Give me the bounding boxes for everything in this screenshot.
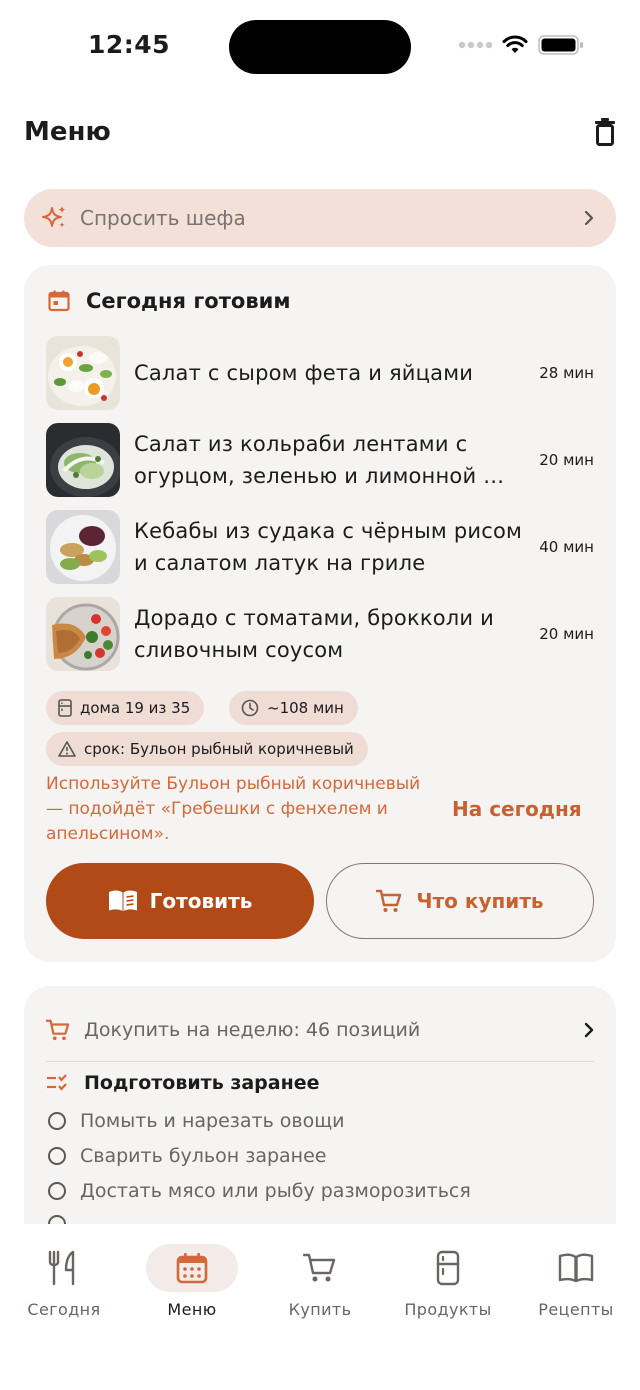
radio-icon[interactable] [48, 1112, 66, 1130]
page-title: Меню [24, 117, 111, 147]
status-icons [458, 34, 584, 56]
prep-title: Подготовить заранее [84, 1072, 320, 1094]
fridge-icon [58, 699, 72, 717]
ask-chef-button[interactable]: Спросить шефа [24, 189, 616, 247]
tab-bar: Сегодня Меню Купить Продукты Рецепты [0, 1224, 640, 1390]
cellular-signal-icon [458, 41, 492, 49]
warning-icon [58, 741, 76, 757]
expiry-chip: срок: Бульон рыбный коричневый [46, 732, 368, 766]
tab-label: Сегодня [27, 1300, 101, 1319]
what-to-buy-button[interactable]: Что купить [326, 863, 594, 939]
recipe-time: 28 мин [539, 364, 594, 382]
status-time: 12:45 [88, 30, 171, 59]
recipe-time: 20 мин [539, 451, 594, 469]
home-stock-label: дома 19 из 35 [80, 699, 191, 717]
tab-label: Купить [288, 1300, 352, 1319]
sparkles-icon [42, 206, 66, 228]
recipe-row[interactable]: Салат из кольраби лентами с огурцом, зел… [46, 422, 594, 498]
recipe-photo [46, 510, 120, 584]
today-title: Сегодня готовим [86, 289, 291, 313]
open-book-icon [108, 890, 137, 911]
tab-label: Рецепты [538, 1300, 614, 1319]
suggestion-text: Используйте Бульон рыбный коричневый — п… [46, 774, 421, 844]
recipe-row[interactable]: Салат с сыром фета и яйцами 28 мин [46, 335, 594, 411]
week-shopping-label: Докупить на неделю: 46 позиций [84, 1019, 421, 1041]
recipe-time: 40 мин [539, 538, 594, 556]
prep-item-partial[interactable] [48, 1215, 66, 1224]
checklist-icon [47, 1074, 67, 1091]
recipe-row[interactable]: Кебабы из судака с чёрным рисом и салато… [46, 509, 594, 585]
prep-item[interactable]: Достать мясо или рыбу разморозиться [48, 1180, 471, 1202]
calendar-icon [48, 290, 70, 312]
recipe-name: Салат с сыром фета и яйцами [134, 361, 474, 385]
fork-knife-icon [48, 1250, 75, 1286]
recipe-name: Кебабы из судака с чёрным рисом и салато… [134, 519, 523, 575]
tab-buy[interactable]: Купить [256, 1244, 384, 1319]
tab-label: Продукты [404, 1300, 492, 1319]
expiry-label: срок: Бульон рыбный коричневый [84, 740, 354, 758]
fridge-icon [436, 1250, 460, 1286]
duration-label: ~108 мин [267, 699, 344, 717]
prep-item[interactable]: Помыть и нарезать овощи [48, 1110, 345, 1132]
week-shopping-row[interactable]: Докупить на неделю: 46 позиций [46, 1012, 594, 1048]
prep-item-label: Достать мясо или рыбу разморозиться [80, 1180, 471, 1202]
prep-item-label: Сварить бульон заранее [80, 1145, 327, 1167]
calendar-icon [176, 1253, 208, 1284]
radio-icon[interactable] [48, 1147, 66, 1165]
today-card: Сегодня готовим Салат с сыром фета и яйц… [24, 265, 616, 962]
recipe-photo [46, 597, 120, 671]
tab-today[interactable]: Сегодня [0, 1244, 128, 1319]
cart-icon [46, 1019, 70, 1041]
clock-icon [241, 699, 259, 717]
status-bar: 12:45 [0, 0, 640, 96]
what-to-buy-label: Что купить [416, 889, 544, 913]
cart-icon [376, 889, 402, 912]
tab-recipes[interactable]: Рецепты [512, 1244, 640, 1319]
header: Меню [24, 110, 616, 154]
cook-button[interactable]: Готовить [46, 863, 314, 939]
wifi-icon [502, 35, 528, 53]
battery-icon [538, 35, 583, 55]
dynamic-island [229, 20, 411, 74]
tab-label: Меню [167, 1300, 217, 1319]
trash-icon[interactable] [594, 118, 616, 146]
home-stock-chip: дома 19 из 35 [46, 691, 205, 725]
today-header: Сегодня готовим [48, 289, 290, 313]
radio-icon[interactable] [48, 1215, 66, 1224]
ask-chef-label: Спросить шефа [80, 206, 246, 230]
week-card: Докупить на неделю: 46 позиций Подготови… [24, 986, 616, 1224]
cook-button-label: Готовить [149, 889, 253, 913]
recipe-name: Дорадо с томатами, брокколи и сливочным … [134, 606, 494, 662]
divider [46, 1061, 594, 1062]
radio-icon[interactable] [48, 1182, 66, 1200]
for-today-link[interactable]: На сегодня [452, 797, 582, 821]
recipe-photo [46, 423, 120, 497]
recipe-name: Салат из кольраби лентами с огурцом, зел… [134, 432, 505, 488]
tab-menu[interactable]: Меню [128, 1244, 256, 1319]
prep-item-label: Помыть и нарезать овощи [80, 1110, 345, 1132]
cart-icon [303, 1253, 336, 1282]
duration-chip: ~108 мин [229, 691, 358, 725]
prep-header: Подготовить заранее [46, 1072, 320, 1094]
recipe-photo [46, 336, 120, 410]
recipe-time: 20 мин [539, 625, 594, 643]
recipe-row[interactable]: Дорадо с томатами, брокколи и сливочным … [46, 596, 594, 672]
prep-item[interactable]: Сварить бульон заранее [48, 1145, 326, 1167]
tab-products[interactable]: Продукты [384, 1244, 512, 1319]
chevron-right-icon [584, 1022, 594, 1038]
chevron-right-icon [584, 210, 594, 226]
book-icon [558, 1253, 594, 1283]
